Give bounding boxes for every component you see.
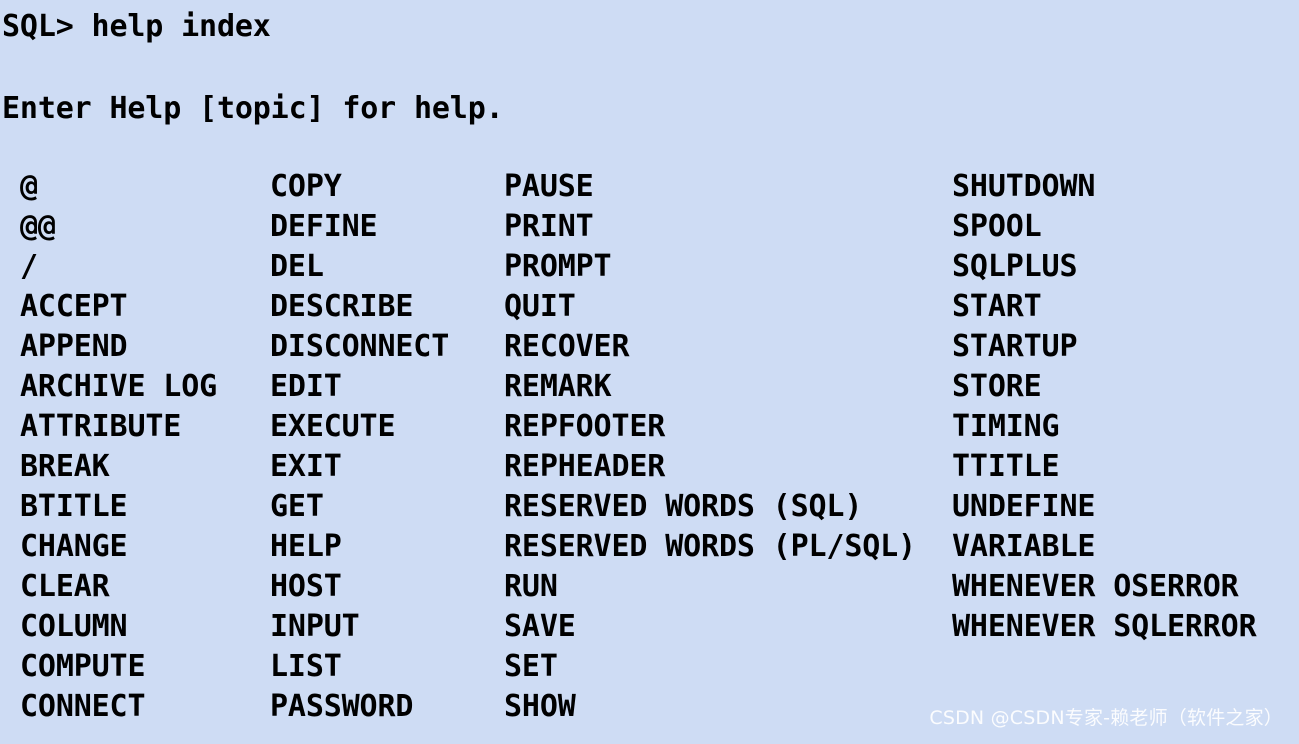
command-item: CHANGE (20, 529, 128, 564)
command-item: PASSWORD (270, 689, 414, 724)
command-item: DISCONNECT (270, 329, 450, 364)
command-item: RECOVER (504, 329, 630, 364)
command-item: STORE (952, 369, 1042, 404)
command-item: VARIABLE (952, 529, 1096, 564)
command-item: START (952, 289, 1042, 324)
command-item: RESERVED WORDS (SQL) (504, 489, 863, 524)
command-item: HOST (270, 569, 342, 604)
command-item: COPY (270, 169, 342, 204)
command-item: SPOOL (952, 209, 1042, 244)
terminal-screen: SQL> help index Enter Help [topic] for h… (0, 0, 1299, 744)
command-item: PROMPT (504, 249, 612, 284)
command-item: COLUMN (20, 609, 128, 644)
command-item: COMPUTE (20, 649, 146, 684)
command-item: INPUT (270, 609, 360, 644)
command-item: STARTUP (952, 329, 1078, 364)
command-column-4: SHUTDOWN SPOOL SQLPLUS START STARTUP STO… (952, 172, 1257, 652)
command-item: EDIT (270, 369, 342, 404)
command-item: CLEAR (20, 569, 110, 604)
command-item: SAVE (504, 609, 576, 644)
command-item: BREAK (20, 449, 110, 484)
command-column-1: @ @@ / ACCEPT APPEND ARCHIVE LOG ATTRIBU… (20, 172, 217, 732)
sql-prompt-line: SQL> help index (2, 9, 271, 44)
command-item: DESCRIBE (270, 289, 414, 324)
command-item: REPFOOTER (504, 409, 666, 444)
command-column-2: COPY DEFINE DEL DESCRIBE DISCONNECT EDIT… (270, 172, 449, 732)
command-item: WHENEVER OSERROR (952, 569, 1239, 604)
command-item: @@ (20, 209, 56, 244)
command-item: PRINT (504, 209, 594, 244)
command-item: TTITLE (952, 449, 1060, 484)
command-item: ATTRIBUTE (20, 409, 182, 444)
command-item: QUIT (504, 289, 576, 324)
command-item: BTITLE (20, 489, 128, 524)
command-item: CONNECT (20, 689, 146, 724)
command-item: RESERVED WORDS (PL/SQL) (504, 529, 916, 564)
command-item: PAUSE (504, 169, 594, 204)
command-item: SHUTDOWN (952, 169, 1096, 204)
command-item: EXECUTE (270, 409, 396, 444)
command-item: RUN (504, 569, 558, 604)
command-item: ACCEPT (20, 289, 128, 324)
help-hint-text: Enter Help [topic] for help. (2, 91, 504, 126)
command-item: REMARK (504, 369, 612, 404)
command-item: GET (270, 489, 324, 524)
csdn-watermark: CSDN @CSDN专家-赖老师（软件之家） (929, 707, 1283, 729)
command-item: LIST (270, 649, 342, 684)
command-item: @ (20, 169, 38, 204)
command-item: SHOW (504, 689, 576, 724)
command-item: HELP (270, 529, 342, 564)
command-item: DEL (270, 249, 324, 284)
command-item: WHENEVER SQLERROR (952, 609, 1257, 644)
command-item: REPHEADER (504, 449, 666, 484)
command-item: SQLPLUS (952, 249, 1078, 284)
command-item: APPEND (20, 329, 128, 364)
command-item: ARCHIVE LOG (20, 369, 218, 404)
command-item: / (20, 249, 38, 284)
command-item: SET (504, 649, 558, 684)
command-column-3: PAUSE PRINT PROMPT QUIT RECOVER REMARK R… (504, 172, 916, 732)
command-item: UNDEFINE (952, 489, 1096, 524)
command-item: TIMING (952, 409, 1060, 444)
command-item: DEFINE (270, 209, 378, 244)
command-item: EXIT (270, 449, 342, 484)
